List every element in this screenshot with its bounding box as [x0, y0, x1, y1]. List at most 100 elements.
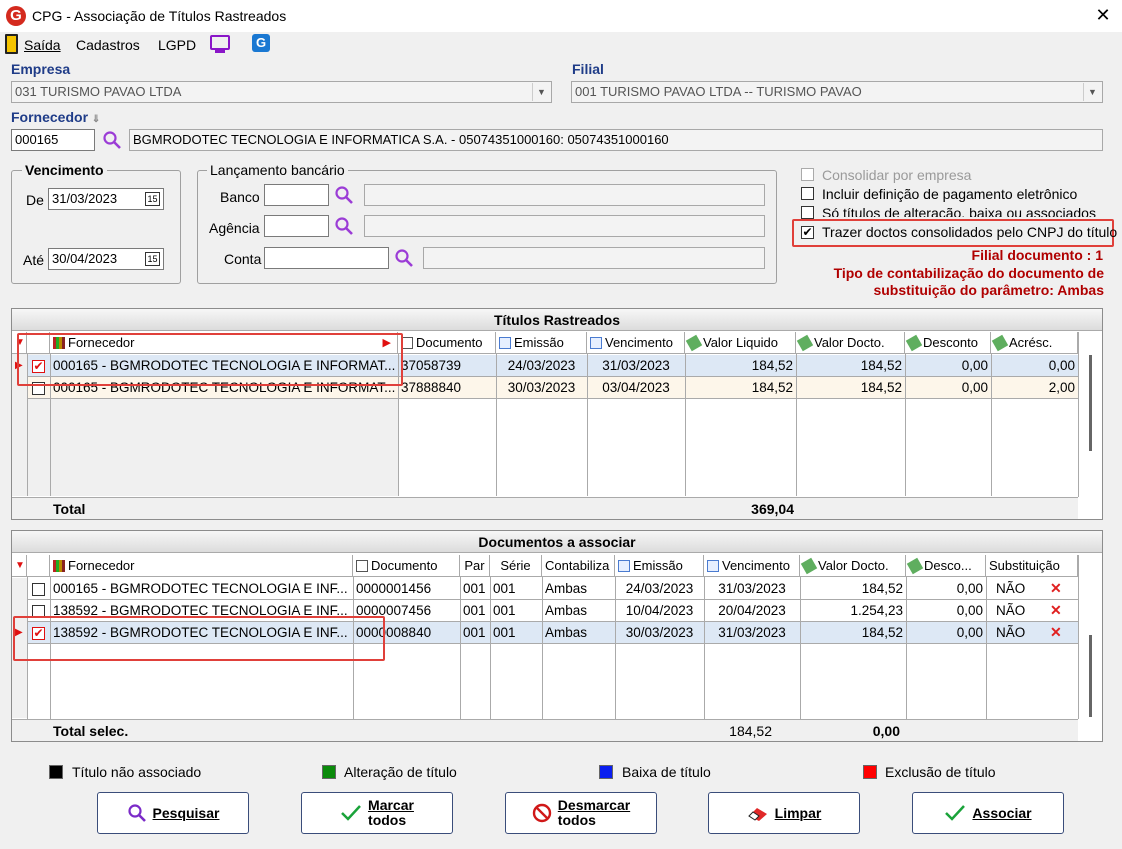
money-icon: [991, 334, 1009, 352]
door-icon[interactable]: [5, 34, 18, 54]
banco-desc-field: [364, 184, 765, 206]
cell-contabiliza: Ambas: [545, 581, 588, 596]
so-titulos-checkbox[interactable]: [801, 206, 814, 219]
marcar-todos-button[interactable]: Marcar todos: [301, 792, 453, 834]
col-documento[interactable]: Documento: [353, 555, 460, 577]
desmarcar-todos-button[interactable]: Desmarcar todos: [505, 792, 657, 834]
search-icon[interactable]: [334, 216, 354, 239]
col-par[interactable]: Par: [460, 555, 490, 577]
menu-cadastros[interactable]: Cadastros: [76, 37, 140, 53]
menu-saida[interactable]: Saída: [24, 37, 61, 53]
cell-serie: 001: [493, 581, 516, 596]
money-icon: [906, 557, 924, 575]
grid-line: [1078, 332, 1079, 497]
col-documento[interactable]: Documento: [398, 332, 496, 354]
row-checkbox[interactable]: [32, 583, 45, 596]
cell-emissao: 24/03/2023: [625, 581, 694, 596]
search-icon[interactable]: [394, 248, 414, 271]
cell-emissao: 30/03/2023: [625, 625, 694, 640]
scrollbar-thumb[interactable]: [1089, 635, 1092, 717]
consolidar-checkbox[interactable]: [801, 168, 814, 181]
total-value: 369,04: [751, 501, 794, 517]
col-vencimento[interactable]: Vencimento: [587, 332, 685, 354]
trazer-checkbox[interactable]: ✔: [801, 226, 814, 239]
ate-date-input[interactable]: 30/04/2023 15: [48, 248, 164, 270]
close-icon[interactable]: ✕: [1092, 4, 1114, 26]
cell-acresc: 0,00: [1048, 358, 1075, 373]
cell-valor-docto: 1.254,23: [850, 603, 903, 618]
col-desconto[interactable]: Desconto: [905, 332, 991, 354]
legend-nao-associado-swatch: [49, 765, 63, 779]
calendar-icon: [707, 560, 719, 572]
delete-icon[interactable]: ✕: [1050, 602, 1062, 619]
col-vencimento[interactable]: Vencimento: [704, 555, 800, 577]
empresa-select[interactable]: 031 TURISMO PAVAO LTDA ▼: [11, 81, 552, 103]
agencia-input[interactable]: [264, 215, 329, 237]
cell-fornecedor: 000165 - BGMRODOTEC TECNOLOGIA E INF...: [53, 581, 348, 596]
desmarcar-label-2: todos: [557, 812, 596, 828]
menu-lgpd[interactable]: LGPD: [158, 37, 196, 53]
incluir-label: Incluir definição de pagamento eletrônic…: [822, 186, 1078, 202]
cell-desconto: 0,00: [961, 380, 988, 395]
search-icon[interactable]: [102, 130, 122, 150]
filial-select[interactable]: 001 TURISMO PAVAO LTDA -- TURISMO PAVAO …: [571, 81, 1103, 103]
chevron-down-icon[interactable]: ▼: [1083, 83, 1101, 101]
calendar-icon[interactable]: 15: [145, 252, 160, 266]
no-entry-icon: [532, 803, 551, 823]
g-app-icon[interactable]: G: [252, 34, 270, 52]
col-substituicao[interactable]: Substituição: [986, 555, 1078, 577]
delete-icon[interactable]: ✕: [1050, 624, 1062, 641]
eraser-icon: [747, 808, 767, 821]
filial-value: 001 TURISMO PAVAO LTDA -- TURISMO PAVAO: [575, 84, 862, 99]
de-date-value: 31/03/2023: [52, 191, 118, 206]
incluir-checkbox[interactable]: [801, 187, 814, 200]
col-valor-docto[interactable]: Valor Docto.: [800, 555, 906, 577]
legend-alteracao-label: Alteração de título: [344, 764, 457, 780]
banco-input[interactable]: [264, 184, 329, 206]
total-selec-desc: 0,00: [872, 723, 900, 739]
fornecedor-code-input[interactable]: 000165: [11, 129, 95, 151]
monitor-icon[interactable]: [210, 35, 230, 50]
calendar-icon[interactable]: 15: [145, 192, 160, 206]
col-contabiliza[interactable]: Contabiliza: [542, 555, 615, 577]
grid-line: [27, 398, 1078, 399]
limpar-button[interactable]: Limpar: [708, 792, 860, 834]
de-date-input[interactable]: 31/03/2023 15: [48, 188, 164, 210]
money-icon: [905, 334, 923, 352]
col-acresc[interactable]: Acrésc.: [991, 332, 1078, 354]
col-desconto[interactable]: Desco...: [906, 555, 986, 577]
pesquisar-button[interactable]: Pesquisar: [97, 792, 249, 834]
cell-documento: 0000001456: [356, 581, 432, 596]
scrollbar-thumb[interactable]: [1089, 355, 1092, 451]
legend-baixa-label: Baixa de título: [622, 764, 711, 780]
documentos-grid-title: Documentos a associar: [12, 531, 1102, 553]
grey-fill: [50, 398, 398, 496]
consolidar-label: Consolidar por empresa: [822, 167, 972, 183]
cell-contabiliza: Ambas: [545, 625, 588, 640]
col-emissao[interactable]: Emissão: [496, 332, 587, 354]
col-valor-liquido[interactable]: Valor Liquido: [685, 332, 796, 354]
conta-label: Conta: [224, 251, 262, 267]
chevron-down-icon[interactable]: ▼: [532, 83, 550, 101]
calendar-icon: [618, 560, 630, 572]
total-label: Total: [53, 501, 86, 517]
cell-par: 001: [463, 603, 486, 618]
associar-button[interactable]: Associar: [912, 792, 1064, 834]
legend-alteracao-swatch: [322, 765, 336, 779]
col-serie[interactable]: Série: [490, 555, 542, 577]
empresa-label: Empresa: [11, 61, 71, 77]
pesquisar-label: Pesquisar: [152, 805, 220, 821]
search-icon[interactable]: [334, 185, 354, 208]
col-valor-docto[interactable]: Valor Docto.: [796, 332, 905, 354]
conta-input[interactable]: [264, 247, 389, 269]
tipo-contabilizacao-line1: Tipo de contabilização do documento de: [833, 265, 1104, 281]
documentos-header: ▼ Fornecedor Documento Par Série Contabi…: [12, 555, 1078, 577]
grid-line: [27, 599, 1078, 600]
delete-icon[interactable]: ✕: [1050, 580, 1062, 597]
col-emissao[interactable]: Emissão: [615, 555, 704, 577]
agencia-desc-field: [364, 215, 765, 237]
supplier-icon: [53, 560, 65, 572]
col-fornecedor[interactable]: Fornecedor: [50, 555, 353, 577]
cell-emissao: 24/03/2023: [507, 358, 576, 373]
ate-date-value: 30/04/2023: [52, 251, 118, 266]
